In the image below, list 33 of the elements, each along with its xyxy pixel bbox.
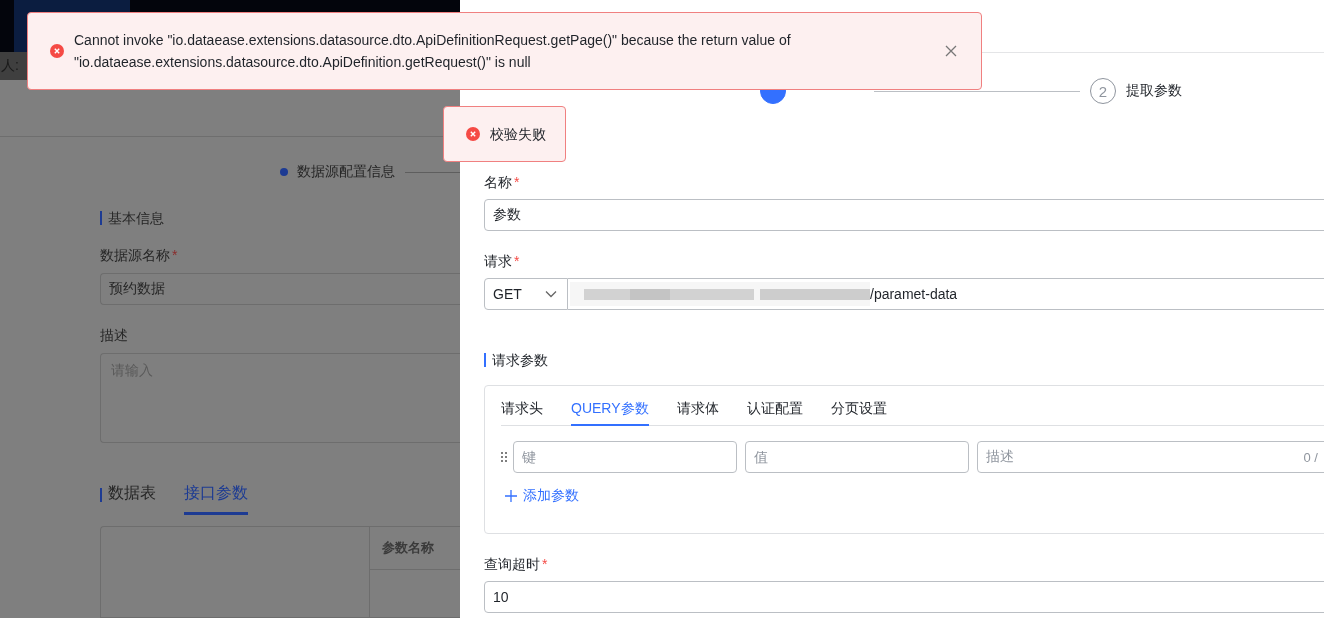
field-label: 名称*: [484, 173, 521, 191]
tab[interactable]: 认证配置: [746, 400, 803, 426]
key-input[interactable]: 键: [513, 441, 737, 473]
url-input[interactable]: /paramet-data: [568, 278, 1324, 310]
step-dot: [280, 168, 288, 176]
section-title: 基本信息: [100, 211, 164, 225]
timeout-input[interactable]: 10: [484, 581, 1324, 613]
field-label: 描述: [100, 326, 129, 344]
tab[interactable]: 请求头: [501, 400, 543, 426]
error-icon: [466, 127, 480, 141]
error-icon: [50, 44, 64, 58]
method-select[interactable]: GET: [484, 278, 568, 310]
plus-icon: [505, 490, 517, 502]
step-label: 数据源配置信息: [297, 163, 395, 181]
value-input[interactable]: 值: [745, 441, 969, 473]
url-text: /paramet-data: [870, 286, 958, 302]
field-label: 请求*: [484, 252, 521, 270]
field-label: 查询超时*: [484, 555, 549, 573]
drag-handle-icon[interactable]: [501, 452, 507, 462]
name-input[interactable]: 参数: [484, 199, 1324, 231]
tab[interactable]: 数据表: [108, 483, 156, 515]
close-icon[interactable]: [945, 45, 957, 57]
add-parameter-button[interactable]: 添加参数: [501, 487, 579, 505]
step-label: 提取参数: [1126, 82, 1182, 100]
tab[interactable]: QUERY参数: [571, 400, 649, 426]
section-title: 请求参数: [484, 353, 548, 367]
field-label: 数据源名称*: [100, 246, 179, 264]
toast-message: Cannot invoke "io.dataease.extensions.datasource.dto.ApiDefinitionRequest.getPage()" because the return value of "io.dataease.extensions.datasource.dto.ApiDefinition.getRequest()" is null: [74, 31, 792, 72]
name-input[interactable]: 预约数据: [100, 273, 460, 305]
tab[interactable]: 分页设置: [830, 400, 887, 426]
toast-message: 校验失败: [490, 125, 546, 144]
tab[interactable]: 请求体: [676, 400, 719, 426]
chevron-down-icon: [545, 290, 557, 298]
